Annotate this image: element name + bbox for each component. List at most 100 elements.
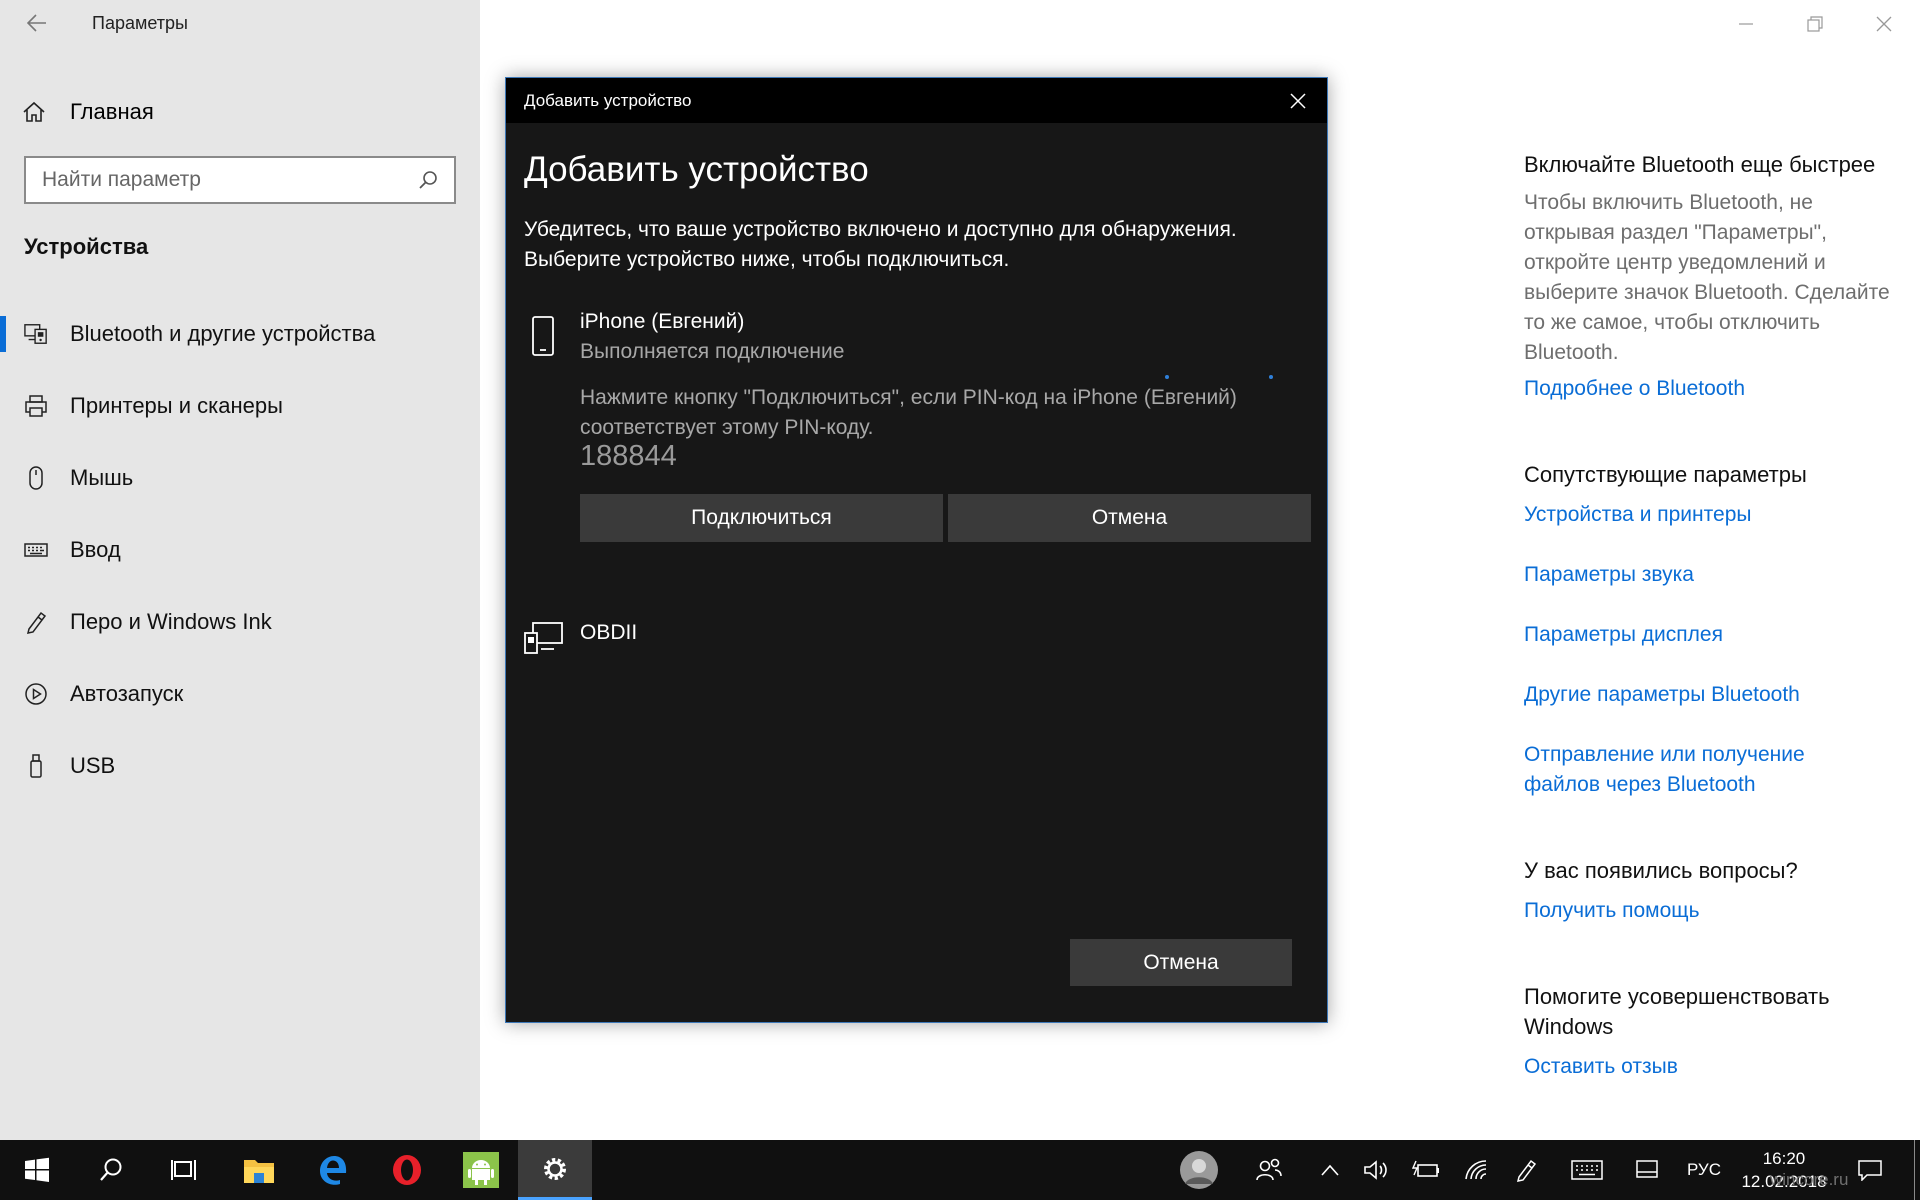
watermark: wincore.ru [1770, 1170, 1849, 1189]
edge-button[interactable] [296, 1140, 370, 1200]
settings-app-button[interactable] [518, 1140, 592, 1200]
tablet-mode-button[interactable] [1626, 1140, 1668, 1200]
device-name: OBDII [580, 621, 638, 644]
dialog-description: Убедитесь, что ваше устройство включено … [524, 218, 1237, 271]
search-input[interactable] [42, 168, 416, 192]
clock-time: 16:20 [1762, 1149, 1806, 1168]
cancel-pairing-button[interactable]: Отмена [948, 494, 1311, 542]
related-link-sound[interactable]: Параметры звука [1524, 560, 1904, 590]
usb-icon [24, 754, 48, 778]
dialog-titlebar-text: Добавить устройство [524, 90, 692, 110]
task-view-button[interactable] [148, 1140, 222, 1200]
dialog-heading: Добавить устройство [524, 150, 869, 189]
keyboard-icon [24, 538, 48, 562]
related-link-devices-printers[interactable]: Устройства и принтеры [1524, 500, 1904, 530]
search-box[interactable] [24, 156, 456, 204]
app-title: Параметры [92, 13, 188, 33]
improve-windows-title: Помогите усовершенствовать Windows [1524, 984, 1830, 1039]
windows-ink-button[interactable] [1506, 1140, 1546, 1200]
bluetooth-devices-icon [24, 322, 48, 346]
dialog-close-button[interactable] [1281, 84, 1315, 118]
minimize-button[interactable] [1718, 4, 1774, 44]
home-icon [22, 100, 46, 124]
input-language[interactable]: РУС [1682, 1140, 1726, 1200]
progress-dot [1165, 375, 1169, 379]
progress-dot [1269, 375, 1273, 379]
sidebar-item-pen[interactable]: Перо и Windows Ink [0, 586, 480, 658]
device-item-iphone: iPhone (Евгений) Выполняется подключение… [524, 310, 1314, 570]
sidebar-item-label: Перо и Windows Ink [70, 609, 272, 634]
battery-button[interactable] [1405, 1140, 1447, 1200]
related-link-send-files[interactable]: Отправление или получение файлов через B… [1524, 740, 1854, 800]
people-button[interactable] [1246, 1140, 1292, 1200]
close-window-button[interactable] [1856, 4, 1912, 44]
home-nav-item[interactable]: Главная [22, 92, 154, 132]
generic-device-icon [524, 621, 564, 660]
related-link-display[interactable]: Параметры дисплея [1524, 620, 1904, 650]
touch-keyboard-button[interactable] [1564, 1140, 1610, 1200]
avatar-icon [1180, 1151, 1218, 1189]
connect-button[interactable]: Подключиться [580, 494, 943, 542]
feedback-link[interactable]: Оставить отзыв [1524, 1052, 1904, 1082]
related-settings-title: Сопутствующие параметры [1524, 462, 1807, 487]
back-button[interactable] [22, 8, 52, 38]
show-hidden-icons-button[interactable] [1310, 1140, 1350, 1200]
minimize-icon [1739, 23, 1753, 25]
learn-bluetooth-link[interactable]: Подробнее о Bluetooth [1524, 374, 1904, 404]
android-icon [463, 1152, 499, 1188]
section-title: Устройства [24, 234, 149, 259]
user-avatar[interactable] [1174, 1140, 1224, 1200]
sidebar-item-bluetooth[interactable]: Bluetooth и другие устройства [0, 298, 480, 370]
opera-button[interactable] [370, 1140, 444, 1200]
sidebar-item-typing[interactable]: Ввод [0, 514, 480, 586]
sidebar-item-usb[interactable]: USB [0, 730, 480, 802]
autoplay-icon [24, 682, 48, 706]
sidebar-item-printers[interactable]: Принтеры и сканеры [0, 370, 480, 442]
sidebar-item-label: Автозапуск [70, 681, 184, 706]
quick-bluetooth-text: Чтобы включить Bluetooth, не открывая ра… [1524, 191, 1890, 364]
get-help-link[interactable]: Получить помощь [1524, 896, 1904, 926]
search-icon [100, 1158, 122, 1181]
volume-icon [1364, 1160, 1387, 1180]
device-name: iPhone (Евгений) [580, 310, 745, 333]
dialog-cancel-button[interactable]: Отмена [1070, 939, 1292, 986]
pen-icon [1516, 1159, 1537, 1182]
wifi-icon [1465, 1160, 1487, 1180]
sidebar-item-label: Ввод [70, 537, 121, 562]
people-icon [1256, 1158, 1282, 1181]
show-desktop-button[interactable] [1908, 1140, 1920, 1200]
action-center-button[interactable] [1848, 1140, 1892, 1200]
task-view-icon [171, 1160, 196, 1180]
related-link-more-bluetooth[interactable]: Другие параметры Bluetooth [1524, 680, 1904, 710]
taskbar-search-button[interactable] [74, 1140, 148, 1200]
back-arrow-icon [27, 14, 46, 32]
restore-button[interactable] [1787, 4, 1843, 44]
device-item-obdii[interactable]: OBDII [524, 621, 1124, 671]
restore-icon [1807, 16, 1823, 32]
dialog-titlebar: Добавить устройство [506, 78, 1327, 123]
settings-sidebar: Параметры Главная Устройства Bluetooth и… [0, 0, 480, 1140]
opera-icon [393, 1155, 421, 1185]
search-icon[interactable] [416, 168, 440, 192]
file-explorer-button[interactable] [222, 1140, 296, 1200]
start-button[interactable] [0, 1140, 74, 1200]
settings-icon [544, 1157, 566, 1180]
start-icon [25, 1157, 49, 1182]
sidebar-item-label: Мышь [70, 465, 134, 490]
close-icon [1290, 93, 1306, 109]
quick-bluetooth-title: Включайте Bluetooth еще быстрее [1524, 152, 1876, 177]
close-icon [1876, 16, 1892, 32]
sidebar-item-autoplay[interactable]: Автозапуск [0, 658, 480, 730]
questions-title: У вас появились вопросы? [1524, 858, 1798, 883]
sidebar-item-mouse[interactable]: Мышь [0, 442, 480, 514]
volume-button[interactable] [1356, 1140, 1396, 1200]
taskbar: РУС 16:20 12.02.2018 [0, 1140, 1920, 1200]
battery-charging-icon [1412, 1160, 1439, 1177]
android-app-button[interactable] [444, 1140, 518, 1200]
file-explorer-icon [244, 1160, 274, 1183]
pin-code: 188844 [580, 440, 677, 472]
device-status: Выполняется подключение [580, 340, 845, 363]
chevron-up-icon [1321, 1164, 1339, 1176]
sidebar-item-label: USB [70, 753, 116, 778]
wifi-button[interactable] [1456, 1140, 1496, 1200]
